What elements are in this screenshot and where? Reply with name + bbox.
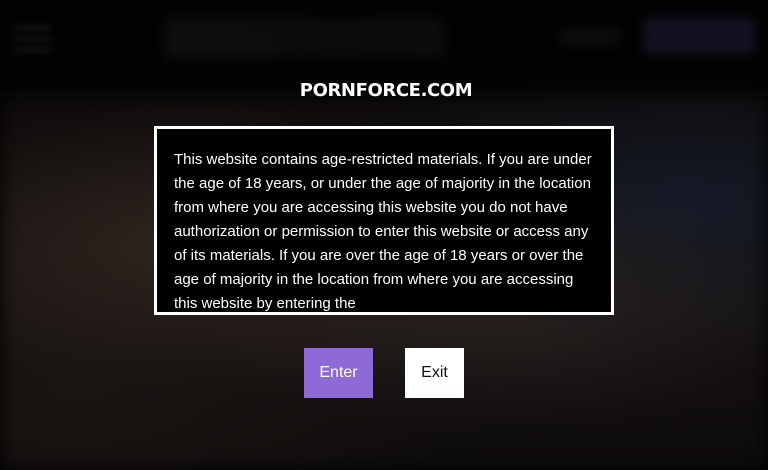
site-logo-text: PORNFORCE.COM <box>299 79 473 101</box>
enter-button[interactable]: Enter <box>304 348 373 398</box>
age-gate-page: PORNFORCE.COM This website contains age-… <box>0 0 768 470</box>
site-logo: PORNFORCE.COM <box>300 75 473 105</box>
age-warning-text: This website contains age-restricted mat… <box>174 151 592 312</box>
exit-button[interactable]: Exit <box>405 348 464 398</box>
age-warning-box[interactable]: This website contains age-restricted mat… <box>154 126 614 315</box>
